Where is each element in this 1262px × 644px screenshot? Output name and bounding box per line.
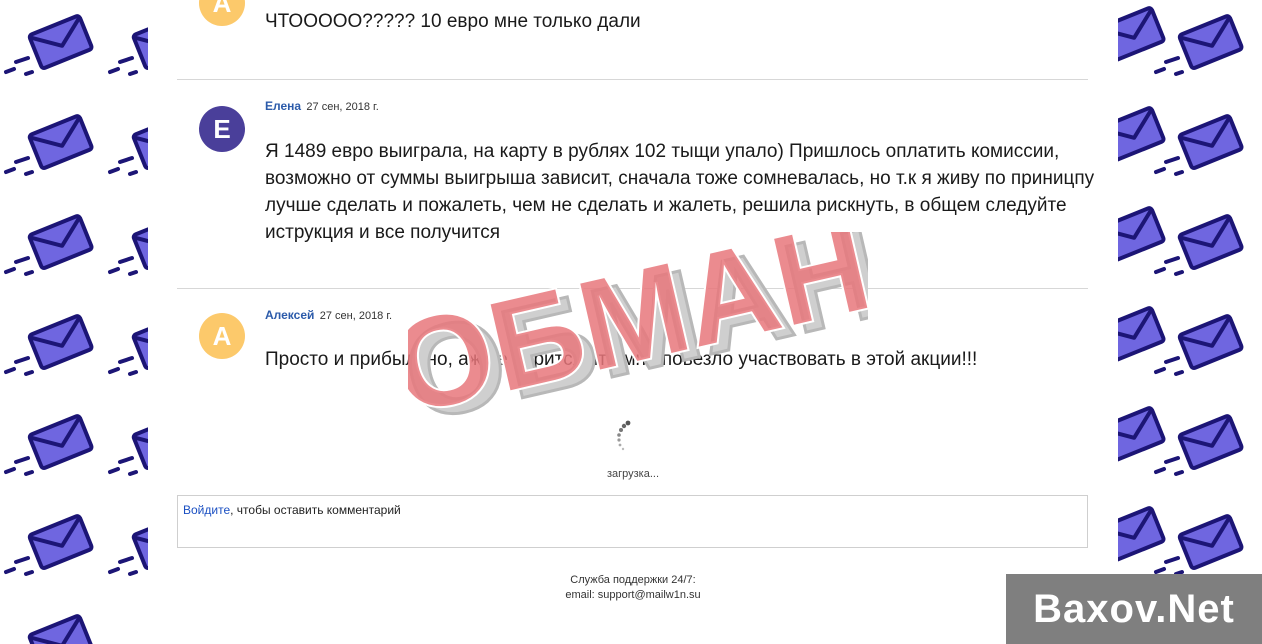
comment-author-link[interactable]: Алексей <box>265 308 314 322</box>
envelope-icon-pattern <box>1118 5 1245 576</box>
login-prompt-text: , чтобы оставить комментарий <box>230 503 401 517</box>
comment-item: А ЧТООООО????? 10 евро мне только дали <box>177 0 1088 78</box>
loading-text: загрузка... <box>606 468 660 480</box>
stamp-text: ОБМАН <box>408 232 868 432</box>
site-watermark: Baxov.Net <box>1006 574 1262 644</box>
comment-author: Елена 27 сен, 2018 г. <box>265 99 379 113</box>
support-email: email: support@mailw1n.su <box>565 589 701 601</box>
comment-author: Алексей 27 сен, 2018 г. <box>265 308 392 322</box>
avatar: А <box>199 0 245 26</box>
comment-text: ЧТООООО????? 10 евро мне только дали <box>265 11 641 32</box>
background-pattern-right <box>1118 0 1262 644</box>
comment-date: 27 сен, 2018 г. <box>319 310 393 322</box>
background-pattern-left <box>0 0 148 644</box>
comment-text: Я 1489 евро выиграла, на карту в рублях … <box>265 141 1095 243</box>
comment-author-link[interactable]: Елена <box>265 99 301 113</box>
comment-login-box[interactable]: Войдите, чтобы оставить комментарий <box>177 495 1088 548</box>
comment-date: 27 сен, 2018 г. <box>306 101 379 113</box>
avatar: А <box>199 313 245 359</box>
login-link[interactable]: Войдите <box>183 503 230 517</box>
envelope-icon-pattern <box>4 13 148 644</box>
avatar: Е <box>199 106 245 152</box>
support-label: Служба поддержки 24/7: <box>570 574 696 586</box>
scam-stamp-overlay: ОБМАН ОБМАН <box>408 232 868 432</box>
